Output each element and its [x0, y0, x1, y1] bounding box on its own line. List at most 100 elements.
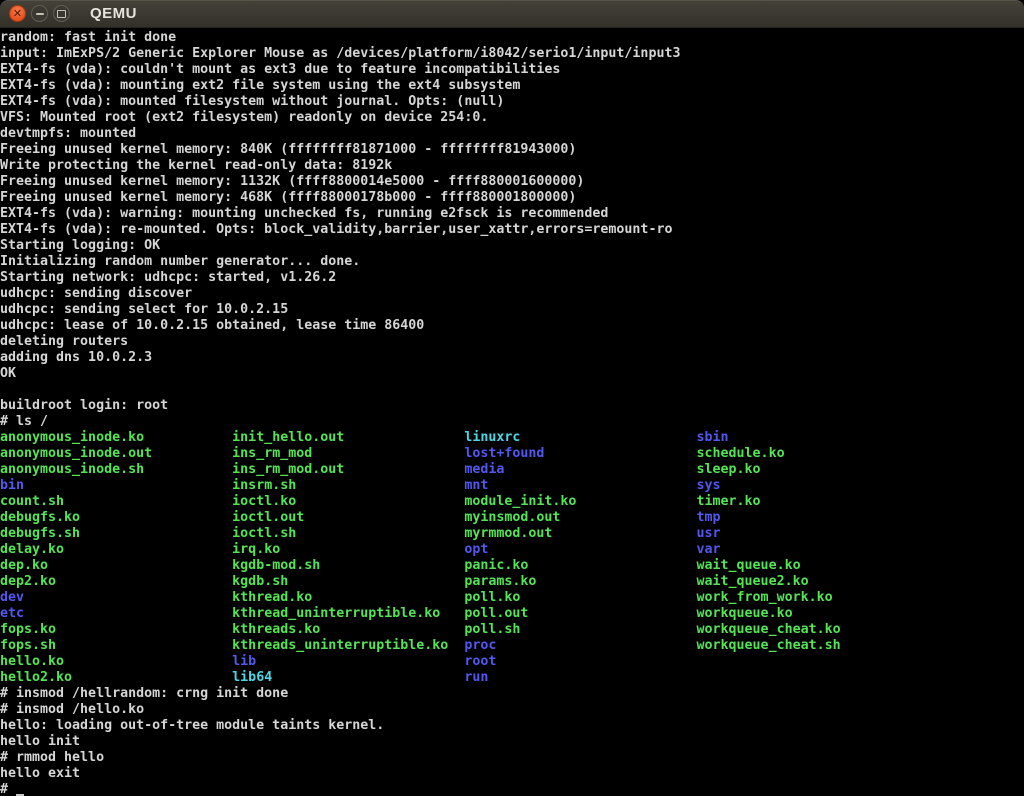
terminal-line: udhcpc: sending select for 10.0.2.15 — [0, 302, 1024, 318]
terminal-line: fops.ko kthreads.ko poll.sh workqueue_ch… — [0, 622, 1024, 638]
file-entry: workqueue_cheat.ko — [697, 622, 841, 637]
terminal-line: bin insrm.sh mnt sys — [0, 478, 1024, 494]
file-entry: module_init.ko — [464, 494, 696, 509]
terminal-line: dep.ko kgdb-mod.sh panic.ko wait_queue.k… — [0, 558, 1024, 574]
terminal-line: Starting network: udhcpc: started, v1.26… — [0, 270, 1024, 286]
minimize-button[interactable] — [31, 5, 48, 22]
terminal-screen[interactable]: random: fast init doneinput: ImExPS/2 Ge… — [0, 28, 1024, 796]
file-entry: opt — [464, 542, 696, 557]
file-entry: poll.out — [464, 606, 696, 621]
terminal-line: Freeing unused kernel memory: 468K (ffff… — [0, 190, 1024, 206]
file-entry: anonymous_inode.sh — [0, 462, 232, 477]
terminal-line: Write protecting the kernel read-only da… — [0, 158, 1024, 174]
file-entry: etc — [0, 606, 232, 621]
terminal-text: # insmod /hellrandom: crng init done — [0, 686, 288, 701]
minimize-icon — [36, 13, 44, 15]
file-entry: hello.ko — [0, 654, 232, 669]
close-button[interactable]: ✕ — [9, 5, 26, 22]
terminal-line: Initializing random number generator... … — [0, 254, 1024, 270]
terminal-line: hello init — [0, 734, 1024, 750]
file-entry: sleep.ko — [697, 462, 761, 477]
terminal-text: buildroot login: root — [0, 398, 168, 413]
terminal-text: deleting routers — [0, 334, 128, 349]
terminal-line: count.sh ioctl.ko module_init.ko timer.k… — [0, 494, 1024, 510]
file-entry: run — [464, 670, 488, 685]
file-entry: params.ko — [464, 574, 696, 589]
terminal-line: Freeing unused kernel memory: 1132K (fff… — [0, 174, 1024, 190]
file-entry: usr — [697, 526, 721, 541]
terminal-line: EXT4-fs (vda): couldn't mount as ext3 du… — [0, 62, 1024, 78]
file-entry: debugfs.sh — [0, 526, 232, 541]
file-entry: ioctl.out — [232, 510, 464, 525]
file-entry: anonymous_inode.ko — [0, 430, 232, 445]
file-entry: fops.ko — [0, 622, 232, 637]
terminal-line: hello: loading out-of-tree module taints… — [0, 718, 1024, 734]
terminal-line: anonymous_inode.ko init_hello.out linuxr… — [0, 430, 1024, 446]
file-entry: kthreads.ko — [232, 622, 464, 637]
file-entry: work_from_work.ko — [697, 590, 833, 605]
terminal-line: # rmmod hello — [0, 750, 1024, 766]
terminal-text: # insmod /hello.ko — [0, 702, 144, 717]
terminal-line: udhcpc: lease of 10.0.2.15 obtained, lea… — [0, 318, 1024, 334]
file-entry: myrmmod.out — [464, 526, 696, 541]
file-entry: lib — [232, 654, 464, 669]
terminal-line: udhcpc: sending discover — [0, 286, 1024, 302]
terminal-text: VFS: Mounted root (ext2 filesystem) read… — [0, 110, 488, 125]
terminal-text: random: fast init done — [0, 30, 176, 45]
terminal-line: # ls / — [0, 414, 1024, 430]
terminal-text: Freeing unused kernel memory: 1132K (fff… — [0, 174, 584, 189]
terminal-line: delay.ko irq.ko opt var — [0, 542, 1024, 558]
terminal-line: hello2.ko lib64 run — [0, 670, 1024, 686]
terminal-text: devtmpfs: mounted — [0, 126, 136, 141]
file-entry: debugfs.ko — [0, 510, 232, 525]
terminal-line: etc kthread_uninterruptible.ko poll.out … — [0, 606, 1024, 622]
qemu-window: ✕ QEMU random: fast init doneinput: ImEx… — [0, 0, 1024, 796]
terminal-text: # rmmod hello — [0, 750, 104, 765]
file-entry: poll.ko — [464, 590, 696, 605]
file-entry: dep.ko — [0, 558, 232, 573]
terminal-line: EXT4-fs (vda): mounting ext2 file system… — [0, 78, 1024, 94]
terminal-text: Write protecting the kernel read-only da… — [0, 158, 392, 173]
terminal-line: # insmod /hello.ko — [0, 702, 1024, 718]
file-entry: sbin — [697, 430, 729, 445]
terminal-line: Freeing unused kernel memory: 840K (ffff… — [0, 142, 1024, 158]
file-entry: anonymous_inode.out — [0, 446, 232, 461]
terminal-line: EXT4-fs (vda): warning: mounting uncheck… — [0, 206, 1024, 222]
terminal-line: EXT4-fs (vda): mounted filesystem withou… — [0, 94, 1024, 110]
terminal-line: input: ImExPS/2 Generic Explorer Mouse a… — [0, 46, 1024, 62]
file-entry: ins_rm_mod — [232, 446, 464, 461]
terminal-line: debugfs.ko ioctl.out myinsmod.out tmp — [0, 510, 1024, 526]
maximize-button[interactable] — [53, 5, 70, 22]
file-entry: irq.ko — [232, 542, 464, 557]
terminal-line: debugfs.sh ioctl.sh myrmmod.out usr — [0, 526, 1024, 542]
file-entry: linuxrc — [464, 430, 696, 445]
terminal-text: Freeing unused kernel memory: 840K (ffff… — [0, 142, 576, 157]
terminal-text: Initializing random number generator... … — [0, 254, 360, 269]
file-entry: lost+found — [464, 446, 696, 461]
terminal-text: hello: loading out-of-tree module taints… — [0, 718, 384, 733]
file-entry: dep2.ko — [0, 574, 232, 589]
file-entry: mnt — [464, 478, 696, 493]
file-entry: ioctl.ko — [232, 494, 464, 509]
title-bar[interactable]: ✕ QEMU — [0, 0, 1024, 28]
file-entry: wait_queue.ko — [697, 558, 801, 573]
terminal-text: # ls / — [0, 414, 48, 429]
file-entry: media — [464, 462, 696, 477]
file-entry: ins_rm_mod.out — [232, 462, 464, 477]
file-entry: count.sh — [0, 494, 232, 509]
file-entry: hello2.ko — [0, 670, 232, 685]
file-entry: proc — [464, 638, 696, 653]
file-entry: ioctl.sh — [232, 526, 464, 541]
file-entry: root — [464, 654, 496, 669]
file-entry: fops.sh — [0, 638, 232, 653]
terminal-line: EXT4-fs (vda): re-mounted. Opts: block_v… — [0, 222, 1024, 238]
terminal-text: Starting logging: OK — [0, 238, 160, 253]
file-entry: myinsmod.out — [464, 510, 696, 525]
terminal-text: udhcpc: lease of 10.0.2.15 obtained, lea… — [0, 318, 424, 333]
file-entry: timer.ko — [697, 494, 761, 509]
terminal-line: hello.ko lib root — [0, 654, 1024, 670]
file-entry: kthreads_uninterruptible.ko — [232, 638, 464, 653]
terminal-text: # — [0, 782, 16, 796]
file-entry: var — [697, 542, 721, 557]
terminal-text: Starting network: udhcpc: started, v1.26… — [0, 270, 336, 285]
